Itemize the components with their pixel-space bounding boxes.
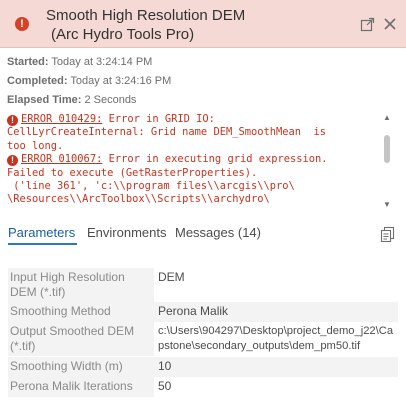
parameter-label: Smoothing Method [8,302,154,322]
parameter-label: Smoothing Width (m) [8,357,154,377]
tab-parameters[interactable]: Parameters [8,225,75,241]
parameter-row: Smoothing Method Perona Malik [8,302,398,322]
parameter-value: 50 [158,379,172,393]
error-message-line: \Resources\\ArcToolbox\\Scripts\\archydr… [7,193,270,206]
started-line: Started: Today at 3:24:14 PM [7,55,152,69]
error-message-line: CellLyrCreateInternal: Grid name DEM_Smo… [7,126,327,139]
scroll-down-arrow-icon[interactable]: ▼ [383,200,391,209]
messages-panel[interactable]: ! ERROR 010429: Error in GRID IO: CellLyr… [7,113,397,213]
started-label: Started: [7,56,49,68]
tool-title: Smooth High Resolution DEM [46,7,246,24]
completed-value: Today at 3:24:16 PM [70,75,172,87]
tool-header: ! Smooth High Resolution DEM (Arc Hydro … [0,0,406,48]
error-message-line: too long. [7,139,64,152]
copy-icon[interactable] [380,226,396,242]
tab-environments[interactable]: Environments [87,225,166,241]
parameter-value: Perona Malik [154,302,398,322]
parameter-label: Output Smoothed DEM (*.tif) [8,322,154,356]
messages-scrollbar[interactable]: ▲ ▼ [381,113,393,213]
parameter-value: DEM [158,270,185,284]
pop-out-icon[interactable] [360,17,375,32]
completed-line: Completed: Today at 3:24:16 PM [7,74,171,88]
tool-subtitle: (Arc Hydro Tools Pro) [51,26,195,43]
parameter-value: c:\Users\904297\Desktop\project_demo_j22… [158,325,394,352]
parameter-row: Perona Malik Iterations 50 [8,377,398,397]
started-value: Today at 3:24:14 PM [51,56,153,68]
error-message-line: ! ERROR 010429: Error in GRID IO: [7,113,397,126]
parameter-row: Input High Resolution DEM (*.tif) DEM [8,268,398,302]
tab-bar: Parameters Environments Messages (14) [0,222,406,248]
error-code-link[interactable]: ERROR 010067: [21,153,102,165]
error-message-line: ! ERROR 010067: Error in executing grid e… [7,153,397,167]
tab-messages[interactable]: Messages (14) [175,225,261,241]
error-status-icon: ! [15,17,29,31]
scroll-up-arrow-icon[interactable]: ▲ [383,113,391,122]
elapsed-label: Elapsed Time: [7,94,82,106]
completed-label: Completed: [7,75,68,87]
scroll-thumb[interactable] [384,135,390,163]
parameter-label: Input High Resolution DEM (*.tif) [8,268,154,302]
error-message-text: Error in executing grid expression. [102,153,328,166]
elapsed-line: Elapsed Time: 2 Seconds [7,93,136,107]
error-icon: ! [7,155,18,167]
error-code-link[interactable]: ERROR 010429: [21,113,102,125]
error-message-line: ('line 361', 'c:\\program files\\arcgis\… [7,180,295,193]
parameter-row: Smoothing Width (m) 10 [8,357,398,377]
parameter-value: 10 [154,357,398,377]
parameter-label: Perona Malik Iterations [8,377,154,397]
error-message-text: Error in GRID IO: [102,113,215,125]
close-icon[interactable] [383,17,397,31]
elapsed-value: 2 Seconds [84,94,137,106]
active-tab-indicator [8,243,77,245]
error-icon: ! [7,115,18,126]
error-message-line: Failed to execute (GetRasterProperties). [7,166,258,179]
parameter-row: Output Smoothed DEM (*.tif) c:\Users\904… [8,322,398,356]
